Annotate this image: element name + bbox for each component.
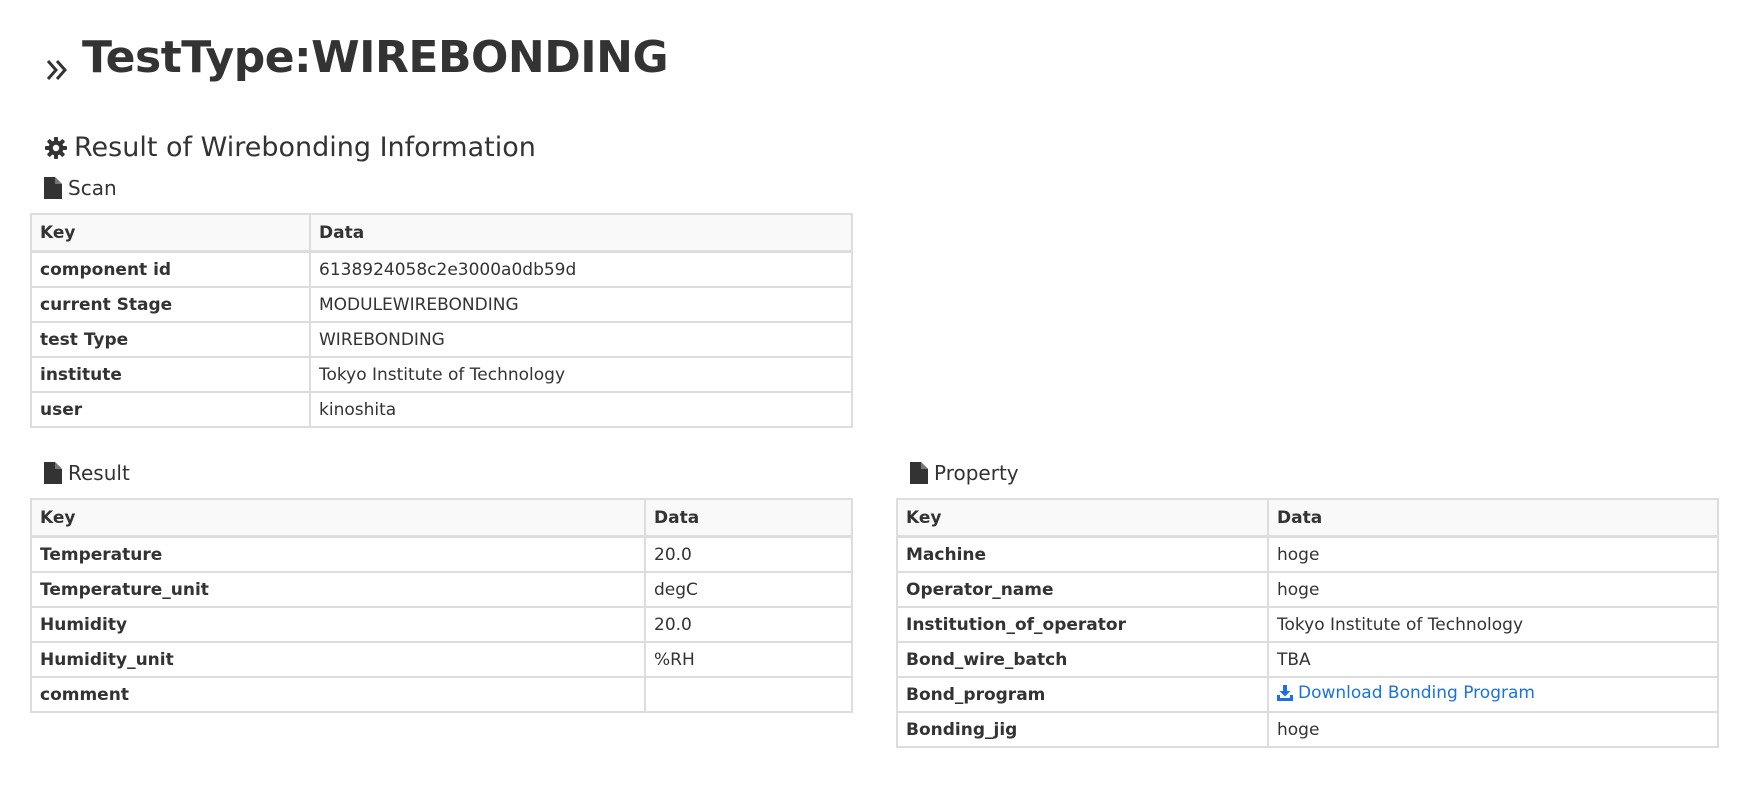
row-key: Bonding_jig xyxy=(896,711,1269,748)
double-chevron-right-icon xyxy=(44,44,72,80)
file-icon xyxy=(44,462,62,484)
row-key: comment xyxy=(30,676,646,713)
table-row: Humidity_unit %RH xyxy=(30,641,853,678)
table-header-row: Key Data xyxy=(30,213,853,253)
column-header-key: Key xyxy=(896,498,1269,538)
row-value: 20.0 xyxy=(644,606,853,643)
row-value: kinoshita xyxy=(309,391,853,428)
row-key: Institution_of_operator xyxy=(896,606,1269,643)
table-row: current Stage MODULEWIREBONDING xyxy=(30,286,853,323)
scan-title: Scan xyxy=(44,176,117,200)
result-title-text: Result xyxy=(68,461,130,485)
row-value: Tokyo Institute of Technology xyxy=(309,356,853,393)
column-header-data: Data xyxy=(1267,498,1719,538)
row-value: 20.0 xyxy=(644,535,853,573)
table-row: Machine hoge xyxy=(896,535,1719,573)
table-row: Bonding_jig hoge xyxy=(896,711,1719,748)
table-header-row: Key Data xyxy=(896,498,1719,538)
row-key: Bond_program xyxy=(896,676,1269,713)
row-key: Temperature_unit xyxy=(30,571,646,608)
column-header-data: Data xyxy=(309,213,853,253)
table-row: institute Tokyo Institute of Technology xyxy=(30,356,853,393)
result-title: Result xyxy=(44,461,130,485)
row-value: WIREBONDING xyxy=(309,321,853,358)
property-title-text: Property xyxy=(934,461,1019,485)
table-row: test Type WIREBONDING xyxy=(30,321,853,358)
table-row: Bond_program Download Bonding Program xyxy=(896,676,1719,713)
row-value: Download Bonding Program xyxy=(1267,676,1719,713)
section-title-text: Result of Wirebonding Information xyxy=(74,132,536,163)
table-row: Temperature_unit degC xyxy=(30,571,853,608)
table-row: Bond_wire_batch TBA xyxy=(896,641,1719,678)
property-title: Property xyxy=(910,461,1019,485)
page-title-text: TestType:WIREBONDING xyxy=(82,32,669,83)
table-row: user kinoshita xyxy=(30,391,853,428)
row-value: hoge xyxy=(1267,571,1719,608)
row-key: Humidity_unit xyxy=(30,641,646,678)
gear-icon xyxy=(44,136,68,160)
row-key: Machine xyxy=(896,535,1269,573)
table-row: Operator_name hoge xyxy=(896,571,1719,608)
row-value xyxy=(644,676,853,713)
row-value: Tokyo Institute of Technology xyxy=(1267,606,1719,643)
row-key: institute xyxy=(30,356,311,393)
column-header-key: Key xyxy=(30,498,646,538)
result-table: Key Data Temperature 20.0 Temperature_un… xyxy=(30,498,853,713)
section-title: Result of Wirebonding Information xyxy=(44,132,536,163)
row-value: 6138924058c2e3000a0db59d xyxy=(309,250,853,288)
table-row: comment xyxy=(30,676,853,713)
table-row: Humidity 20.0 xyxy=(30,606,853,643)
row-value: MODULEWIREBONDING xyxy=(309,286,853,323)
file-icon xyxy=(910,462,928,484)
download-link-label: Download Bonding Program xyxy=(1298,683,1535,703)
row-value: degC xyxy=(644,571,853,608)
column-header-data: Data xyxy=(644,498,853,538)
row-value: %RH xyxy=(644,641,853,678)
row-key: user xyxy=(30,391,311,428)
scan-table: Key Data component id 6138924058c2e3000a… xyxy=(30,213,853,428)
row-key: Humidity xyxy=(30,606,646,643)
row-value: hoge xyxy=(1267,711,1719,748)
row-value: TBA xyxy=(1267,641,1719,678)
row-key: Operator_name xyxy=(896,571,1269,608)
table-row: Institution_of_operator Tokyo Institute … xyxy=(896,606,1719,643)
download-icon xyxy=(1277,685,1293,701)
table-row: Temperature 20.0 xyxy=(30,535,853,573)
row-key: test Type xyxy=(30,321,311,358)
download-bonding-program-link[interactable]: Download Bonding Program xyxy=(1277,683,1535,703)
table-header-row: Key Data xyxy=(30,498,853,538)
row-key: current Stage xyxy=(30,286,311,323)
row-key: Bond_wire_batch xyxy=(896,641,1269,678)
property-table: Key Data Machine hoge Operator_name hoge… xyxy=(896,498,1719,748)
scan-title-text: Scan xyxy=(68,176,117,200)
row-key: Temperature xyxy=(30,535,646,573)
row-value: hoge xyxy=(1267,535,1719,573)
column-header-key: Key xyxy=(30,213,311,253)
page-title: TestType:WIREBONDING xyxy=(44,32,669,83)
row-key: component id xyxy=(30,250,311,288)
table-row: component id 6138924058c2e3000a0db59d xyxy=(30,250,853,288)
file-icon xyxy=(44,177,62,199)
